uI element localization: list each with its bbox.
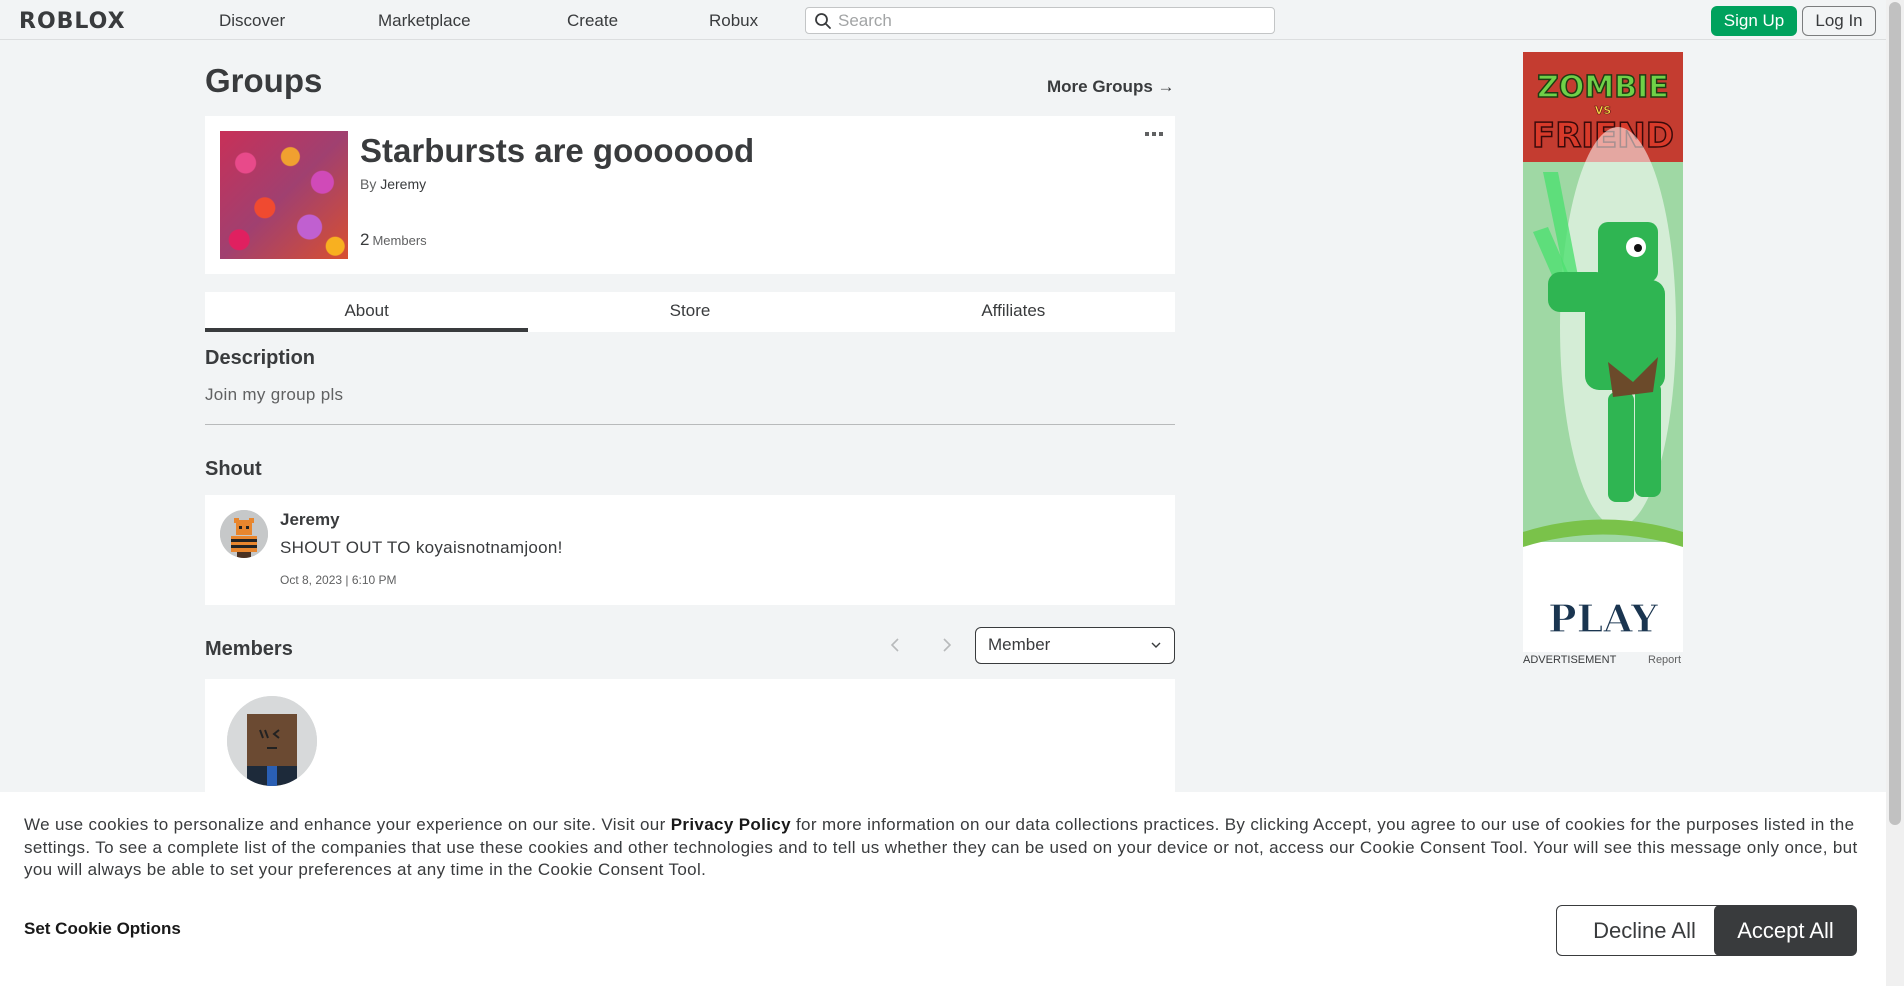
member-avatar[interactable] <box>227 696 317 786</box>
shout-card: Jeremy SHOUT OUT TO koyaisnotnamjoon! Oc… <box>205 495 1175 605</box>
signup-button[interactable]: Sign Up <box>1711 6 1797 36</box>
search-icon <box>815 13 831 29</box>
shout-message: SHOUT OUT TO koyaisnotnamjoon! <box>280 538 563 557</box>
shout-heading: Shout <box>205 458 262 480</box>
ad-title-zombie: ZOMBIE <box>1537 70 1669 105</box>
role-select[interactable]: Member <box>975 627 1175 664</box>
decline-all-button[interactable]: Decline All <box>1556 905 1733 956</box>
login-button[interactable]: Log In <box>1802 6 1876 36</box>
group-owner-link[interactable]: Jeremy <box>380 176 426 192</box>
roblox-logo[interactable]: ROBLOX <box>19 9 126 34</box>
member-count: 2 Members <box>360 230 427 250</box>
ad-report-link[interactable]: Report <box>1648 654 1681 666</box>
by-prefix: By <box>360 176 377 192</box>
description-heading: Description <box>205 347 316 369</box>
group-owner-line: By Jeremy <box>360 176 426 192</box>
tab-store[interactable]: Store <box>528 292 851 332</box>
top-nav: ROBLOX Discover Marketplace Create Robux… <box>0 0 1886 40</box>
description-text: Join my group pls <box>205 385 344 404</box>
more-groups-link[interactable]: More Groups → <box>1047 77 1175 97</box>
member-count-value: 2 <box>360 230 370 249</box>
ad-label: ADVERTISEMENT <box>1523 654 1617 666</box>
members-list <box>205 679 1175 799</box>
role-select-value: Member <box>988 635 1051 654</box>
more-options-icon[interactable] <box>1145 131 1163 137</box>
divider <box>205 424 1175 425</box>
member-count-label: Members <box>372 233 427 248</box>
cookie-consent-banner: We use cookies to personalize and enhanc… <box>0 792 1886 986</box>
nav-link-discover[interactable]: Discover <box>219 11 285 31</box>
privacy-policy-link[interactable]: Privacy Policy <box>671 815 791 834</box>
cookie-message: We use cookies to personalize and enhanc… <box>24 814 1864 882</box>
chevron-right-icon[interactable] <box>939 633 955 657</box>
page-scrollbar[interactable] <box>1886 0 1904 986</box>
tab-about[interactable]: About <box>205 292 529 332</box>
search-box <box>805 7 1275 34</box>
group-header-card: Starbursts are gooooood By Jeremy 2 Membe… <box>205 116 1175 274</box>
shout-author-avatar[interactable] <box>220 510 268 558</box>
members-heading: Members <box>205 638 293 660</box>
nav-link-robux[interactable]: Robux <box>709 11 758 31</box>
shout-author-name[interactable]: Jeremy <box>280 510 340 530</box>
scrollbar-thumb[interactable] <box>1889 2 1901 825</box>
page-title: Groups <box>205 62 323 99</box>
advertisement-banner[interactable]: ZOMBIE VS FRIEND PLAY <box>1523 52 1683 652</box>
set-cookie-options-link[interactable]: Set Cookie Options <box>24 919 181 939</box>
cookie-text-start: We use cookies to personalize and enhanc… <box>24 815 671 834</box>
nav-link-create[interactable]: Create <box>567 11 618 31</box>
ad-play-cta: PLAY <box>1548 596 1659 641</box>
tab-affiliates[interactable]: Affiliates <box>852 292 1175 332</box>
search-input[interactable] <box>838 10 1258 32</box>
group-emblem <box>220 131 348 259</box>
group-tabs: About Store Affiliates <box>205 292 1175 332</box>
chevron-down-icon <box>1151 642 1161 648</box>
accept-all-button[interactable]: Accept All <box>1714 905 1857 956</box>
nav-link-marketplace[interactable]: Marketplace <box>378 11 471 31</box>
group-name: Starbursts are gooooood <box>360 132 755 169</box>
shout-timestamp: Oct 8, 2023 | 6:10 PM <box>280 573 397 587</box>
chevron-left-icon[interactable] <box>887 633 903 657</box>
